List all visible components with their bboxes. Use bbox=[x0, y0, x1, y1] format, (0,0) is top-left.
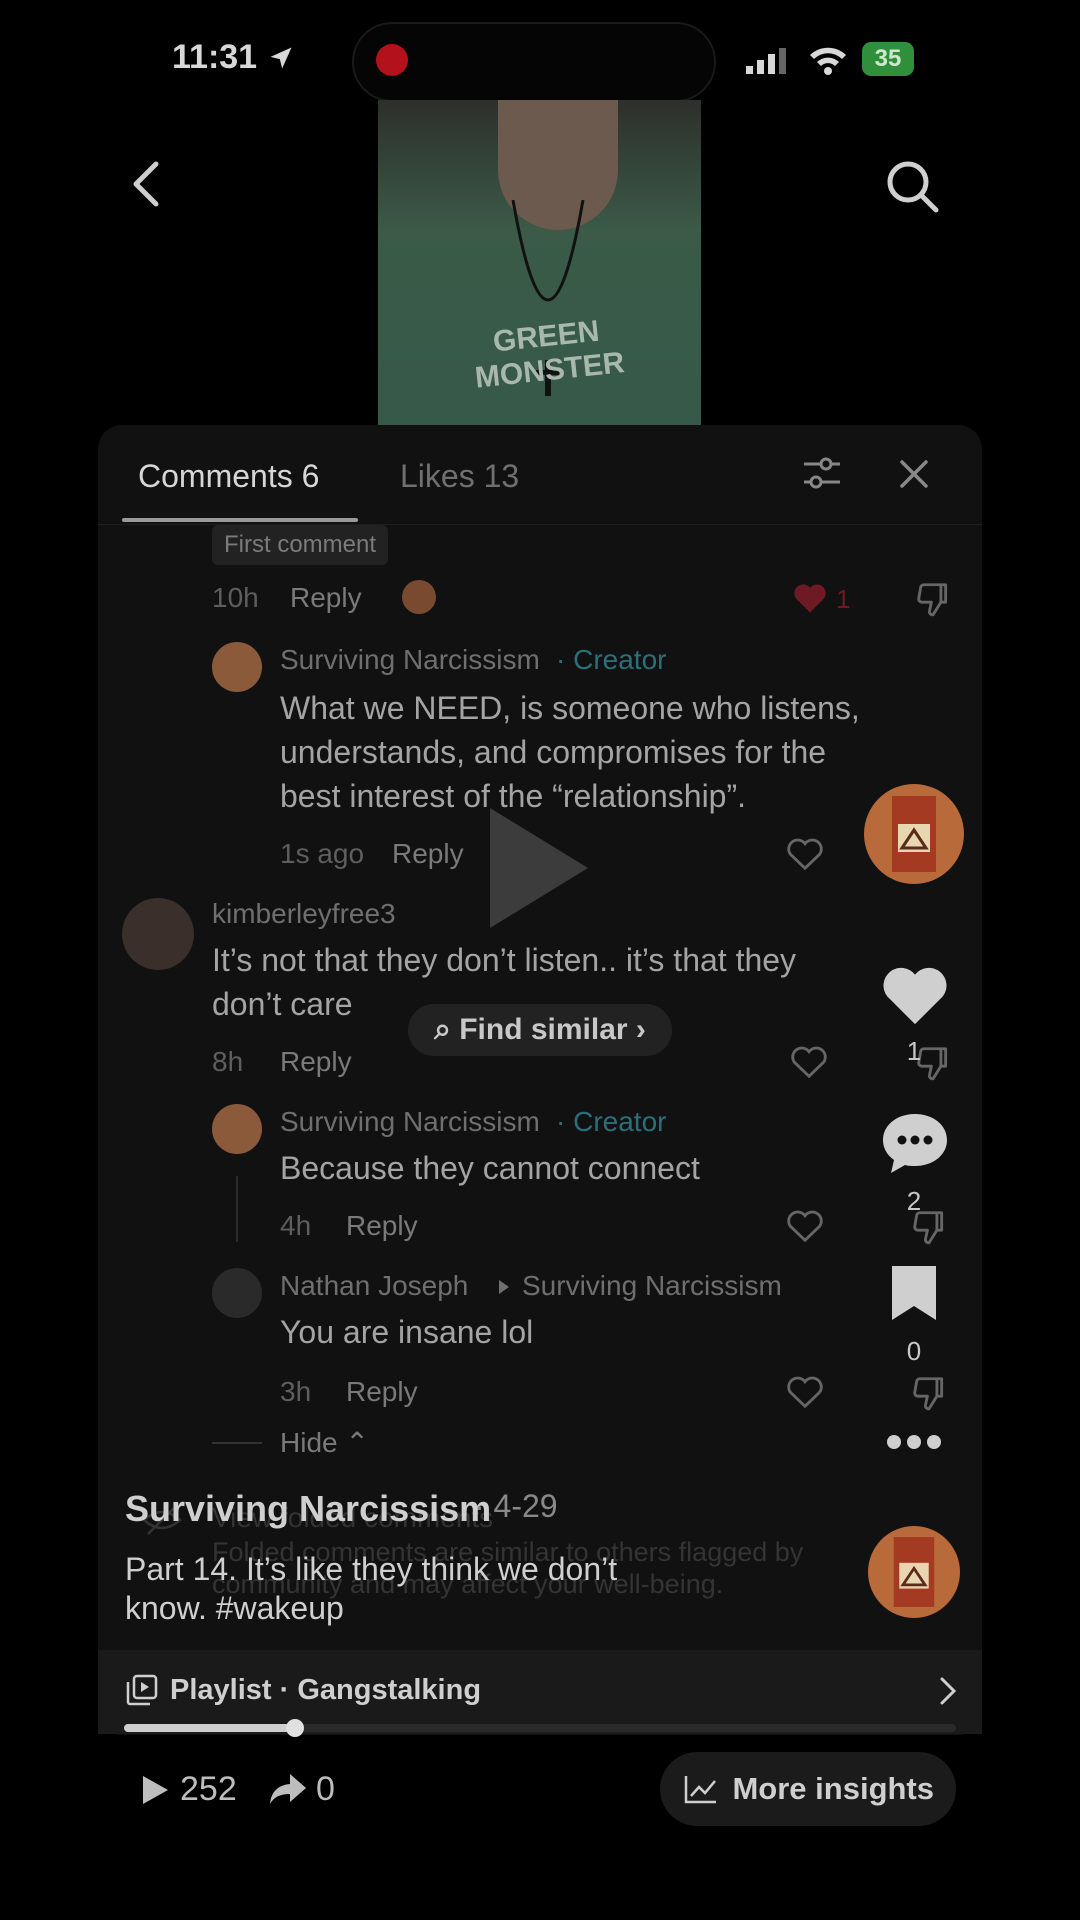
reply-to-username[interactable]: Surviving Narcissism bbox=[522, 1270, 782, 1302]
shares-count: 0 bbox=[316, 1770, 335, 1808]
chart-line-icon bbox=[684, 1776, 716, 1804]
active-tab-indicator bbox=[122, 518, 358, 522]
hide-divider bbox=[212, 1442, 262, 1444]
creator-tag: · Creator bbox=[556, 644, 667, 675]
comment-username[interactable]: Nathan Joseph bbox=[280, 1270, 468, 1302]
filter-icon[interactable] bbox=[802, 456, 842, 492]
comment-username[interactable]: Surviving Narcissism bbox=[280, 1106, 540, 1138]
like-count: 1 bbox=[836, 584, 851, 614]
creator-avatar[interactable] bbox=[212, 1104, 262, 1154]
heart-outline-icon[interactable] bbox=[786, 1374, 824, 1410]
heart-outline-icon[interactable] bbox=[790, 1044, 828, 1080]
creator-liked-avatar bbox=[402, 580, 436, 614]
reply-button[interactable]: Reply bbox=[290, 582, 362, 614]
comment-time: 8h bbox=[212, 1046, 244, 1077]
status-time: 11:31 bbox=[172, 38, 295, 77]
dislike-icon[interactable] bbox=[910, 1374, 948, 1412]
comment-time: 3h bbox=[280, 1376, 312, 1407]
caption-date: · 4-29 bbox=[474, 1488, 558, 1524]
reply-button[interactable]: Reply bbox=[346, 1376, 418, 1408]
tab-likes[interactable]: Likes 13 bbox=[400, 458, 519, 495]
shirt-print: GREEN MONSTER bbox=[473, 314, 627, 395]
battery-indicator: 35 bbox=[862, 42, 914, 76]
more-insights-button[interactable]: More insights bbox=[660, 1752, 956, 1826]
chevron-left-icon[interactable] bbox=[128, 160, 164, 208]
heart-filled-icon[interactable] bbox=[792, 582, 828, 614]
book-cover-icon bbox=[892, 796, 936, 872]
chevron-right-icon[interactable] bbox=[938, 1676, 958, 1706]
user-avatar[interactable] bbox=[212, 1268, 262, 1318]
find-similar-button[interactable]: ⌕ Find similar › bbox=[408, 1004, 672, 1056]
comment-count: 2 bbox=[906, 1186, 922, 1216]
comment-username[interactable]: Surviving Narcissism bbox=[280, 644, 540, 676]
dislike-icon[interactable] bbox=[914, 580, 952, 618]
views-play-icon bbox=[143, 1776, 168, 1804]
heart-outline-icon[interactable] bbox=[786, 1208, 824, 1244]
signal-icon bbox=[746, 48, 786, 74]
first-comment-badge: First comment bbox=[212, 525, 389, 565]
sound-disc-avatar[interactable] bbox=[868, 1526, 960, 1618]
save-count: 0 bbox=[906, 1336, 922, 1366]
tab-comments[interactable]: Comments 6 bbox=[138, 458, 319, 495]
video-progress-handle[interactable] bbox=[285, 1719, 304, 1737]
comment-time: 1s ago bbox=[280, 838, 365, 869]
comment-time: 10h bbox=[212, 582, 259, 613]
close-icon[interactable] bbox=[898, 458, 930, 490]
location-arrow-icon bbox=[270, 47, 292, 69]
caption-text: Part 14. It’s like they think we don’t k… bbox=[125, 1551, 618, 1626]
share-arrow-icon bbox=[270, 1774, 306, 1804]
comment-body: Because they cannot connect bbox=[280, 1150, 700, 1186]
creator-avatar[interactable] bbox=[212, 642, 262, 692]
wifi-icon bbox=[810, 47, 846, 75]
playlist-label[interactable]: Playlist · Gangstalking bbox=[170, 1674, 481, 1707]
caption-author[interactable]: Surviving Narcissism bbox=[125, 1488, 491, 1530]
book-cover-icon bbox=[893, 1537, 935, 1607]
comment-time: 4h bbox=[280, 1210, 312, 1241]
heart-outline-icon[interactable] bbox=[786, 836, 824, 872]
reply-button[interactable]: Reply bbox=[346, 1210, 418, 1242]
scan-icon: ⌕ bbox=[434, 1013, 451, 1046]
reply-button[interactable]: Reply bbox=[280, 1046, 352, 1078]
comment-bubble-icon[interactable] bbox=[880, 1110, 950, 1176]
thread-line bbox=[236, 1176, 238, 1242]
recording-indicator-icon bbox=[376, 44, 408, 76]
video-progress-fill bbox=[124, 1724, 295, 1732]
comment-body: What we NEED, is someone who listens, un… bbox=[280, 690, 860, 814]
creator-profile-avatar[interactable] bbox=[864, 784, 964, 884]
hide-replies-button[interactable]: Hide ⌃ bbox=[280, 1426, 369, 1459]
user-avatar[interactable] bbox=[122, 898, 194, 970]
reply-button[interactable]: Reply bbox=[392, 838, 464, 870]
like-count: 1 bbox=[906, 1036, 922, 1066]
views-count: 252 bbox=[180, 1770, 237, 1808]
comment-username[interactable]: kimberleyfree3 bbox=[212, 898, 396, 930]
more-dots-icon[interactable] bbox=[886, 1434, 942, 1450]
video-thumbnail[interactable]: GREEN MONSTER bbox=[378, 100, 701, 425]
play-icon[interactable] bbox=[490, 808, 588, 928]
creator-tag: · Creator bbox=[556, 1106, 667, 1137]
playlist-icon bbox=[126, 1674, 158, 1706]
search-icon[interactable] bbox=[884, 158, 940, 214]
comment-body: You are insane lol bbox=[280, 1314, 534, 1350]
bookmark-icon[interactable] bbox=[888, 1264, 940, 1322]
like-heart-icon[interactable] bbox=[880, 962, 950, 1028]
reply-to-arrow-icon bbox=[499, 1280, 509, 1294]
